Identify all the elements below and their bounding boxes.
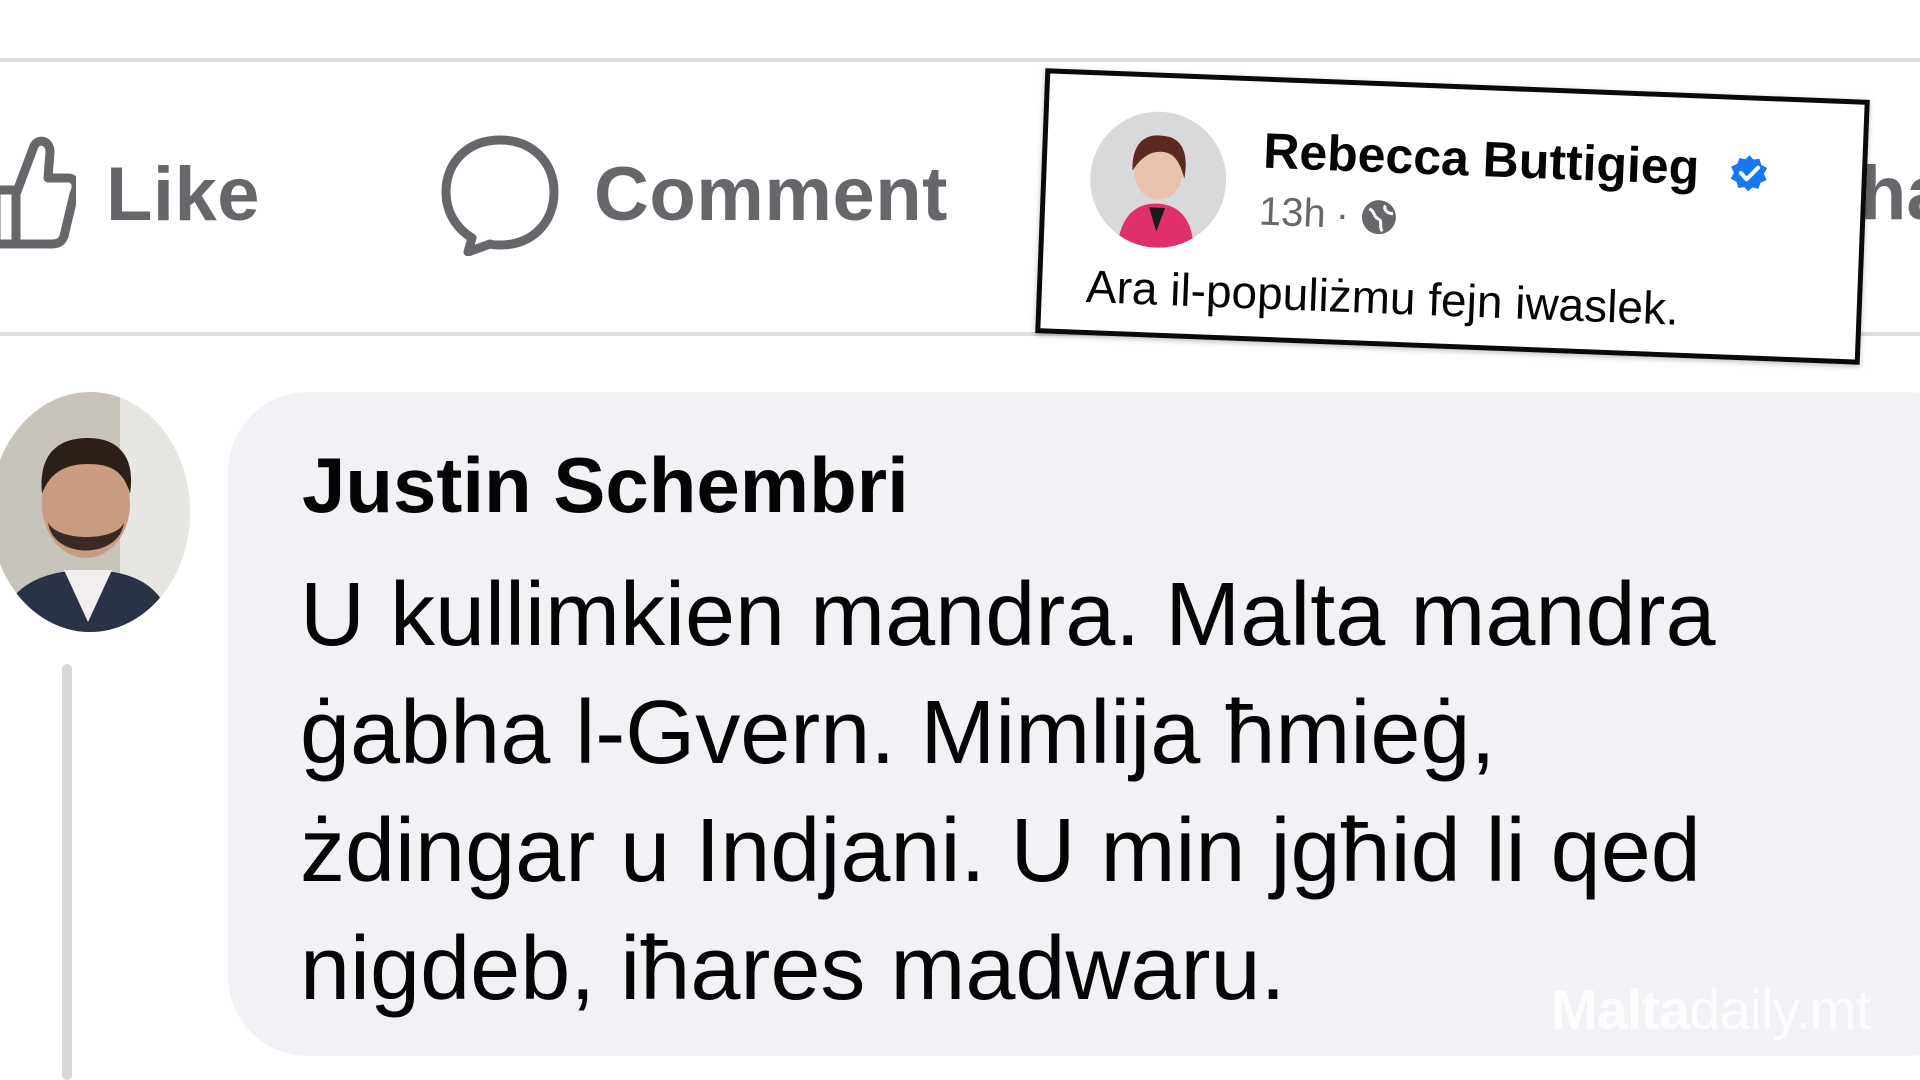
like-button[interactable]: Like bbox=[0, 132, 260, 256]
reply-thread-line bbox=[62, 664, 72, 1080]
comment-bubble-icon bbox=[441, 135, 559, 256]
like-label: Like bbox=[106, 151, 261, 237]
comment-label: Comment bbox=[594, 151, 948, 237]
globe-icon bbox=[1362, 199, 1397, 234]
comment-button[interactable]: Comment bbox=[438, 132, 948, 256]
inset-post-text: Ara il-populiżmu fejn iwaslek. bbox=[1085, 260, 1680, 335]
inset-post-meta: 13h · bbox=[1258, 190, 1400, 240]
meta-separator: · bbox=[1334, 192, 1350, 238]
inset-post-time: 13h bbox=[1258, 189, 1327, 237]
share-label-partial[interactable]: ha bbox=[1860, 150, 1920, 237]
inset-author-name: Rebecca Buttigieg bbox=[1262, 122, 1770, 199]
inset-author-avatar bbox=[1087, 109, 1229, 251]
thumbs-up-icon bbox=[0, 136, 76, 249]
watermark-domain: daily.mt bbox=[1689, 978, 1871, 1041]
comment-text: U kullimkien mandra. Malta mandra ġabha … bbox=[300, 565, 1716, 1019]
verified-badge-icon bbox=[1730, 155, 1768, 192]
watermark-brand: Malta bbox=[1551, 978, 1690, 1041]
inset-post-card: Rebecca Buttigieg 13h · Ara il-populiżmu… bbox=[1035, 68, 1870, 365]
commenter-avatar[interactable] bbox=[0, 392, 190, 632]
top-divider bbox=[0, 58, 1920, 62]
maltadaily-watermark: Maltadaily.mt bbox=[1551, 977, 1871, 1042]
commenter-name[interactable]: Justin Schembri bbox=[302, 440, 909, 531]
